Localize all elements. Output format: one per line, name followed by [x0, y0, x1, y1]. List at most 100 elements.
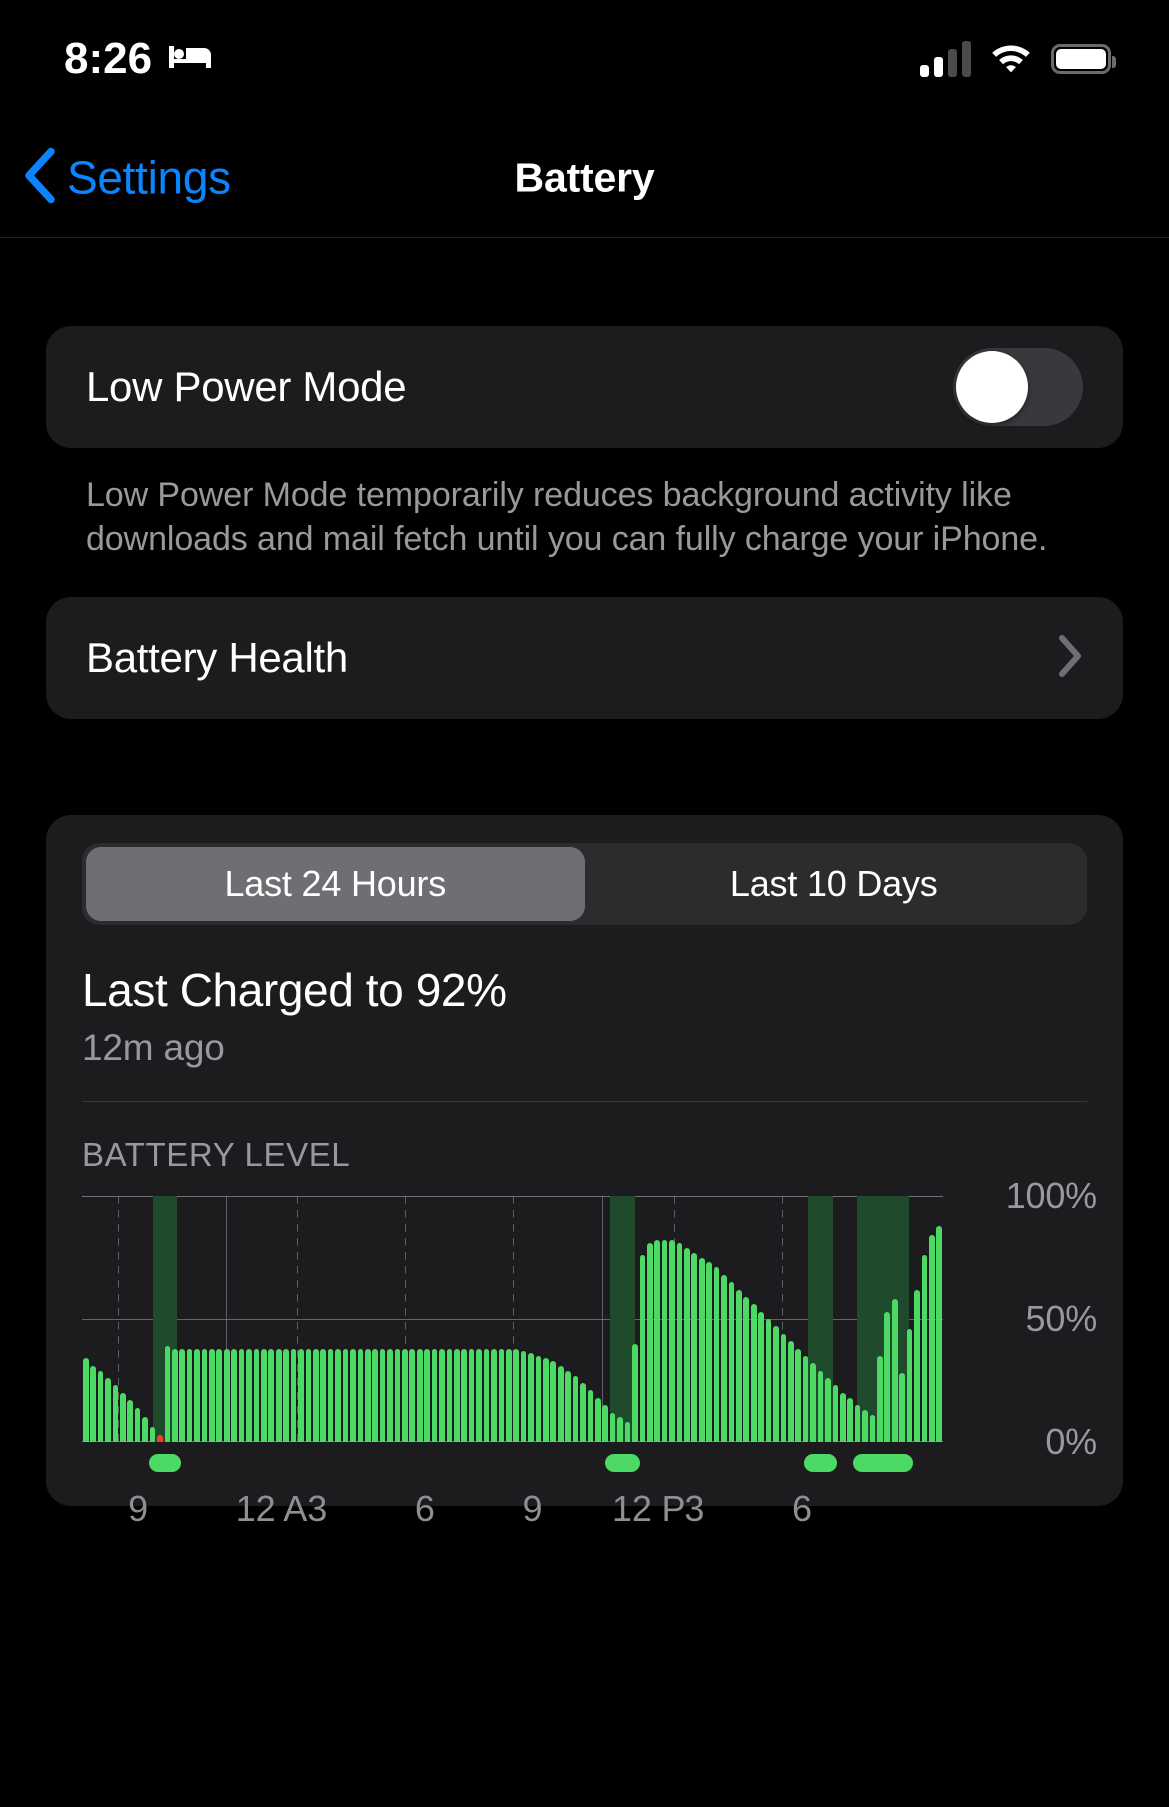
- last-charged-subtitle: 12m ago: [82, 1027, 225, 1069]
- segment-last-24-hours[interactable]: Last 24 Hours: [86, 847, 585, 922]
- chart-bar: [498, 1348, 505, 1443]
- bed-icon: [166, 40, 214, 79]
- status-bar-left: 8:26: [64, 37, 214, 81]
- chart-bar: [253, 1348, 260, 1443]
- chart-bar: [431, 1348, 438, 1443]
- chart-bar: [320, 1348, 327, 1443]
- chart-bar: [862, 1410, 868, 1443]
- chart-bar: [832, 1385, 839, 1443]
- chart-bar: [906, 1328, 913, 1443]
- chart-bar: [609, 1412, 616, 1443]
- chart-bar: [580, 1383, 586, 1443]
- navigation-bar: Settings Battery: [0, 118, 1169, 238]
- chart-bar: [817, 1370, 824, 1443]
- chart-bar: [149, 1427, 156, 1443]
- chart-bar: [120, 1392, 126, 1443]
- chart-y-tick-label: 100%: [1005, 1175, 1097, 1217]
- chart-bar: [312, 1348, 319, 1443]
- chart-bar: [453, 1348, 460, 1443]
- chart-bar: [877, 1355, 883, 1443]
- chart-bar: [468, 1348, 475, 1443]
- status-bar-right: [920, 40, 1116, 79]
- chart-bar: [290, 1348, 297, 1443]
- battery-health-label: Battery Health: [86, 634, 348, 682]
- chart-bar: [617, 1417, 623, 1443]
- chart-bar: [209, 1348, 215, 1443]
- chart-bar: [268, 1348, 275, 1443]
- chart-charging-strip: [82, 1454, 943, 1476]
- chart-bar: [520, 1351, 527, 1443]
- chart-bar: [483, 1348, 490, 1443]
- chart-bar: [342, 1348, 349, 1443]
- chart-bar: [921, 1255, 928, 1443]
- battery-level-chart[interactable]: 100% 50% 0% 9 12 A 3 6 9 12 P36: [46, 1175, 1123, 1529]
- chart-bar: [773, 1326, 779, 1443]
- chart-bar: [595, 1397, 601, 1443]
- chart-bar: [646, 1242, 653, 1443]
- cellular-signal-icon: [920, 41, 971, 77]
- chart-bar: [194, 1348, 200, 1443]
- chart-bar: [676, 1242, 683, 1443]
- battery-health-row[interactable]: Battery Health: [46, 597, 1123, 719]
- chart-bar: [505, 1348, 512, 1443]
- chart-bar: [795, 1348, 802, 1443]
- battery-health-card[interactable]: Battery Health: [46, 597, 1123, 720]
- chart-bar: [758, 1311, 764, 1443]
- chart-bar: [446, 1348, 453, 1443]
- chart-y-tick-label: 50%: [1025, 1298, 1098, 1340]
- chart-bar: [928, 1235, 935, 1443]
- chart-bar: [810, 1363, 816, 1443]
- battery-level-caption: BATTERY LEVEL: [82, 1136, 351, 1174]
- low-power-mode-label: Low Power Mode: [86, 363, 407, 410]
- chart-bar: [231, 1348, 237, 1443]
- chart-bar: [698, 1257, 705, 1443]
- chart-bar: [721, 1274, 727, 1443]
- chart-bar: [802, 1355, 809, 1443]
- chart-bar: [416, 1348, 423, 1443]
- chart-bar: [335, 1348, 341, 1443]
- chart-bar: [587, 1390, 594, 1443]
- chart-bar: [201, 1348, 208, 1443]
- chart-bar: [379, 1348, 386, 1443]
- chart-bar: [543, 1358, 549, 1443]
- chart-bar: [691, 1252, 698, 1443]
- chart-bar: [186, 1348, 193, 1443]
- chart-y-axis-labels: 100% 50% 0%: [937, 1175, 1098, 1462]
- chart-bar: [164, 1346, 171, 1443]
- chart-x-tick-label: 9: [522, 1488, 543, 1530]
- chart-bar: [246, 1348, 252, 1443]
- chart-bar: [750, 1304, 757, 1443]
- back-button[interactable]: Settings: [22, 147, 231, 208]
- chart-bar: [90, 1365, 96, 1443]
- chart-bar: [112, 1385, 119, 1443]
- low-power-mode-toggle[interactable]: [953, 348, 1083, 426]
- chart-bar: [825, 1378, 831, 1443]
- chart-charging-strip-segment: [149, 1454, 181, 1473]
- chart-bar: [261, 1348, 267, 1443]
- chart-bar: [780, 1333, 787, 1443]
- chart-bar: [409, 1348, 416, 1443]
- settings-content: Low Power Mode Low Power Mode temporaril…: [0, 238, 1169, 1529]
- chart-bar: [461, 1348, 468, 1443]
- chart-bar: [557, 1365, 564, 1443]
- chart-bar: [387, 1348, 393, 1443]
- time-range-segmented-control[interactable]: Last 24 Hours Last 10 Days: [82, 843, 1087, 926]
- low-power-mode-row[interactable]: Low Power Mode: [46, 326, 1123, 448]
- chart-bar: [364, 1348, 371, 1443]
- chart-bar: [632, 1343, 638, 1443]
- chart-bar: [476, 1348, 482, 1443]
- chart-bar: [127, 1400, 134, 1443]
- chart-x-tick-label: 12 A: [235, 1488, 308, 1530]
- chart-bar: [728, 1282, 735, 1443]
- chart-bar: [654, 1240, 661, 1443]
- chart-x-tick-label: 12 P: [612, 1488, 686, 1530]
- chart-bar: [884, 1311, 891, 1443]
- chart-bar: [914, 1289, 920, 1443]
- chart-bar: [535, 1355, 542, 1443]
- segment-last-10-days[interactable]: Last 10 Days: [585, 847, 1084, 921]
- low-power-mode-footnote: Low Power Mode temporarily reduces backg…: [86, 476, 1048, 558]
- chart-bar: [171, 1348, 178, 1443]
- wifi-icon: [988, 40, 1034, 79]
- chart-bar: [157, 1434, 163, 1443]
- chart-bar: [142, 1417, 148, 1443]
